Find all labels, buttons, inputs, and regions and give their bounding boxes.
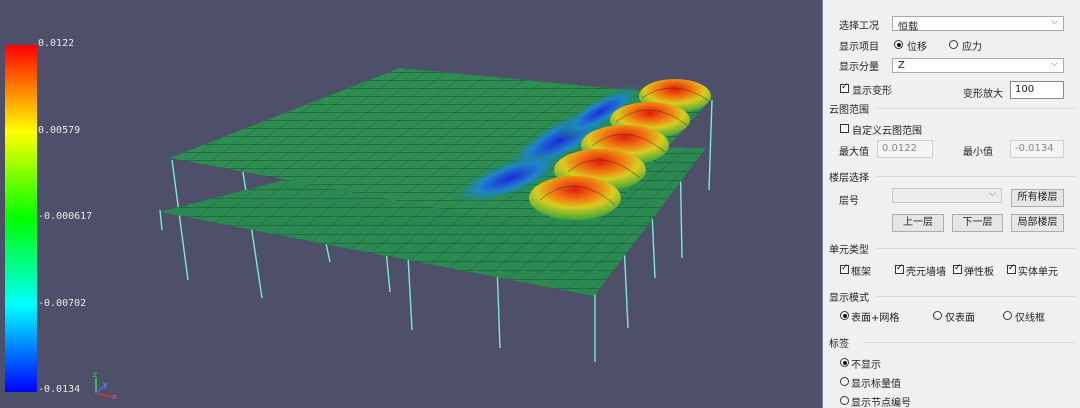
contour-range-title: 云图范围 [829,105,869,116]
labels-title: 标签 [829,339,849,350]
component-value: Z [898,60,905,71]
frame-label: 框架 [851,267,871,278]
radio-node-numbers-label: 显示节点编号 [851,398,911,408]
legend-tick-label: 0.00579 [38,125,81,136]
show-deformation-label: 显示变形 [852,86,892,97]
radio-stress-label: 应力 [962,42,982,53]
component-label: 显示分量 [839,62,879,73]
deform-scale-label: 变形放大 [963,89,1003,100]
group-separator [863,342,1075,343]
next-floor-button[interactable]: 下一层 [952,214,1003,232]
radio-node-numbers[interactable] [840,396,849,405]
chevron-down-icon: ⌵ [1051,59,1058,69]
radio-surface-mesh-label: 表面+网格 [851,313,900,324]
radio-no-labels[interactable] [840,358,849,367]
shell-wall-label: 壳元墙墙 [906,267,946,278]
group-separator [877,176,1075,177]
elastic-plate-label: 弹性板 [964,267,994,278]
solid-element-label: 实体单元 [1018,267,1058,278]
load-case-dropdown[interactable]: 恒载 ⌵ [892,16,1064,33]
show-deformation-checkbox[interactable] [840,82,849,93]
deformation-contour-plot [5,45,713,398]
custom-range-label: 自定义云图范围 [852,126,922,137]
previous-floor-button[interactable]: 上一层 [892,214,944,232]
axis-z-label: z [93,370,98,379]
load-case-label: 选择工况 [839,21,879,32]
floor-number-label: 层号 [839,196,859,207]
radio-wireframe-only-label: 仅线框 [1015,313,1045,324]
legend-color-bar [5,45,37,392]
max-value-input[interactable]: 0.0122 [877,140,933,158]
radio-surface-mesh[interactable] [840,311,849,320]
legend-tick-label: -0.00702 [38,298,87,309]
element-type-title: 单元类型 [829,245,869,256]
legend-tick-label: -0.0134 [38,384,81,395]
group-separator [877,108,1075,109]
max-value-label: 最大值 [839,147,869,158]
min-value-label: 最小值 [963,147,993,158]
floor-number-dropdown[interactable]: ⌵ [892,188,1002,203]
radio-no-labels-label: 不显示 [851,360,881,371]
property-panel: 选择工况 恒载 ⌵ 显示项目 位移 应力 显示分量 Z ⌵ 显示变形 变形放大 … [823,0,1080,408]
component-dropdown[interactable]: Z ⌵ [892,58,1064,73]
group-separator [877,248,1075,249]
floor-selection-title: 楼层选择 [829,173,869,184]
local-floors-button[interactable]: 局部楼层 [1011,214,1064,232]
legend-tick-label: 0.0122 [38,38,75,49]
min-value-text: -0.0134 [1015,143,1054,154]
custom-range-checkbox[interactable] [840,124,849,133]
solid-element-checkbox[interactable] [1007,263,1016,274]
max-value-text: 0.0122 [882,143,917,154]
frame-checkbox[interactable] [840,263,849,274]
deform-scale-input[interactable]: 100 [1010,81,1064,99]
radio-displacement-label: 位移 [907,42,927,53]
shell-wall-checkbox[interactable] [895,263,904,274]
group-separator [877,296,1075,297]
3d-viewport[interactable]: 0.0122 0.00579 -0.000617 -0.00702 -0.013… [0,0,822,408]
radio-stress[interactable] [949,40,958,49]
display-mode-title: 显示模式 [829,293,869,304]
chevron-down-icon: ⌵ [1051,17,1058,27]
deform-scale-value: 100 [1015,84,1035,95]
radio-surface-only-label: 仅表面 [945,313,975,324]
radio-surface-only[interactable] [933,311,942,320]
radio-scalar-values-label: 显示标量值 [851,379,901,390]
min-value-input[interactable]: -0.0134 [1010,140,1064,158]
axis-y-label: y [103,380,108,389]
display-item-label: 显示项目 [839,42,879,53]
chevron-down-icon: ⌵ [989,189,996,199]
radio-wireframe-only[interactable] [1003,311,1012,320]
axis-x-label: x [112,392,117,401]
radio-scalar-values[interactable] [840,377,849,386]
elastic-plate-checkbox[interactable] [953,263,962,274]
radio-displacement[interactable] [894,40,903,49]
load-case-value: 恒载 [898,22,918,33]
legend-tick-label: -0.000617 [38,211,93,222]
all-floors-button[interactable]: 所有楼层 [1011,189,1064,207]
